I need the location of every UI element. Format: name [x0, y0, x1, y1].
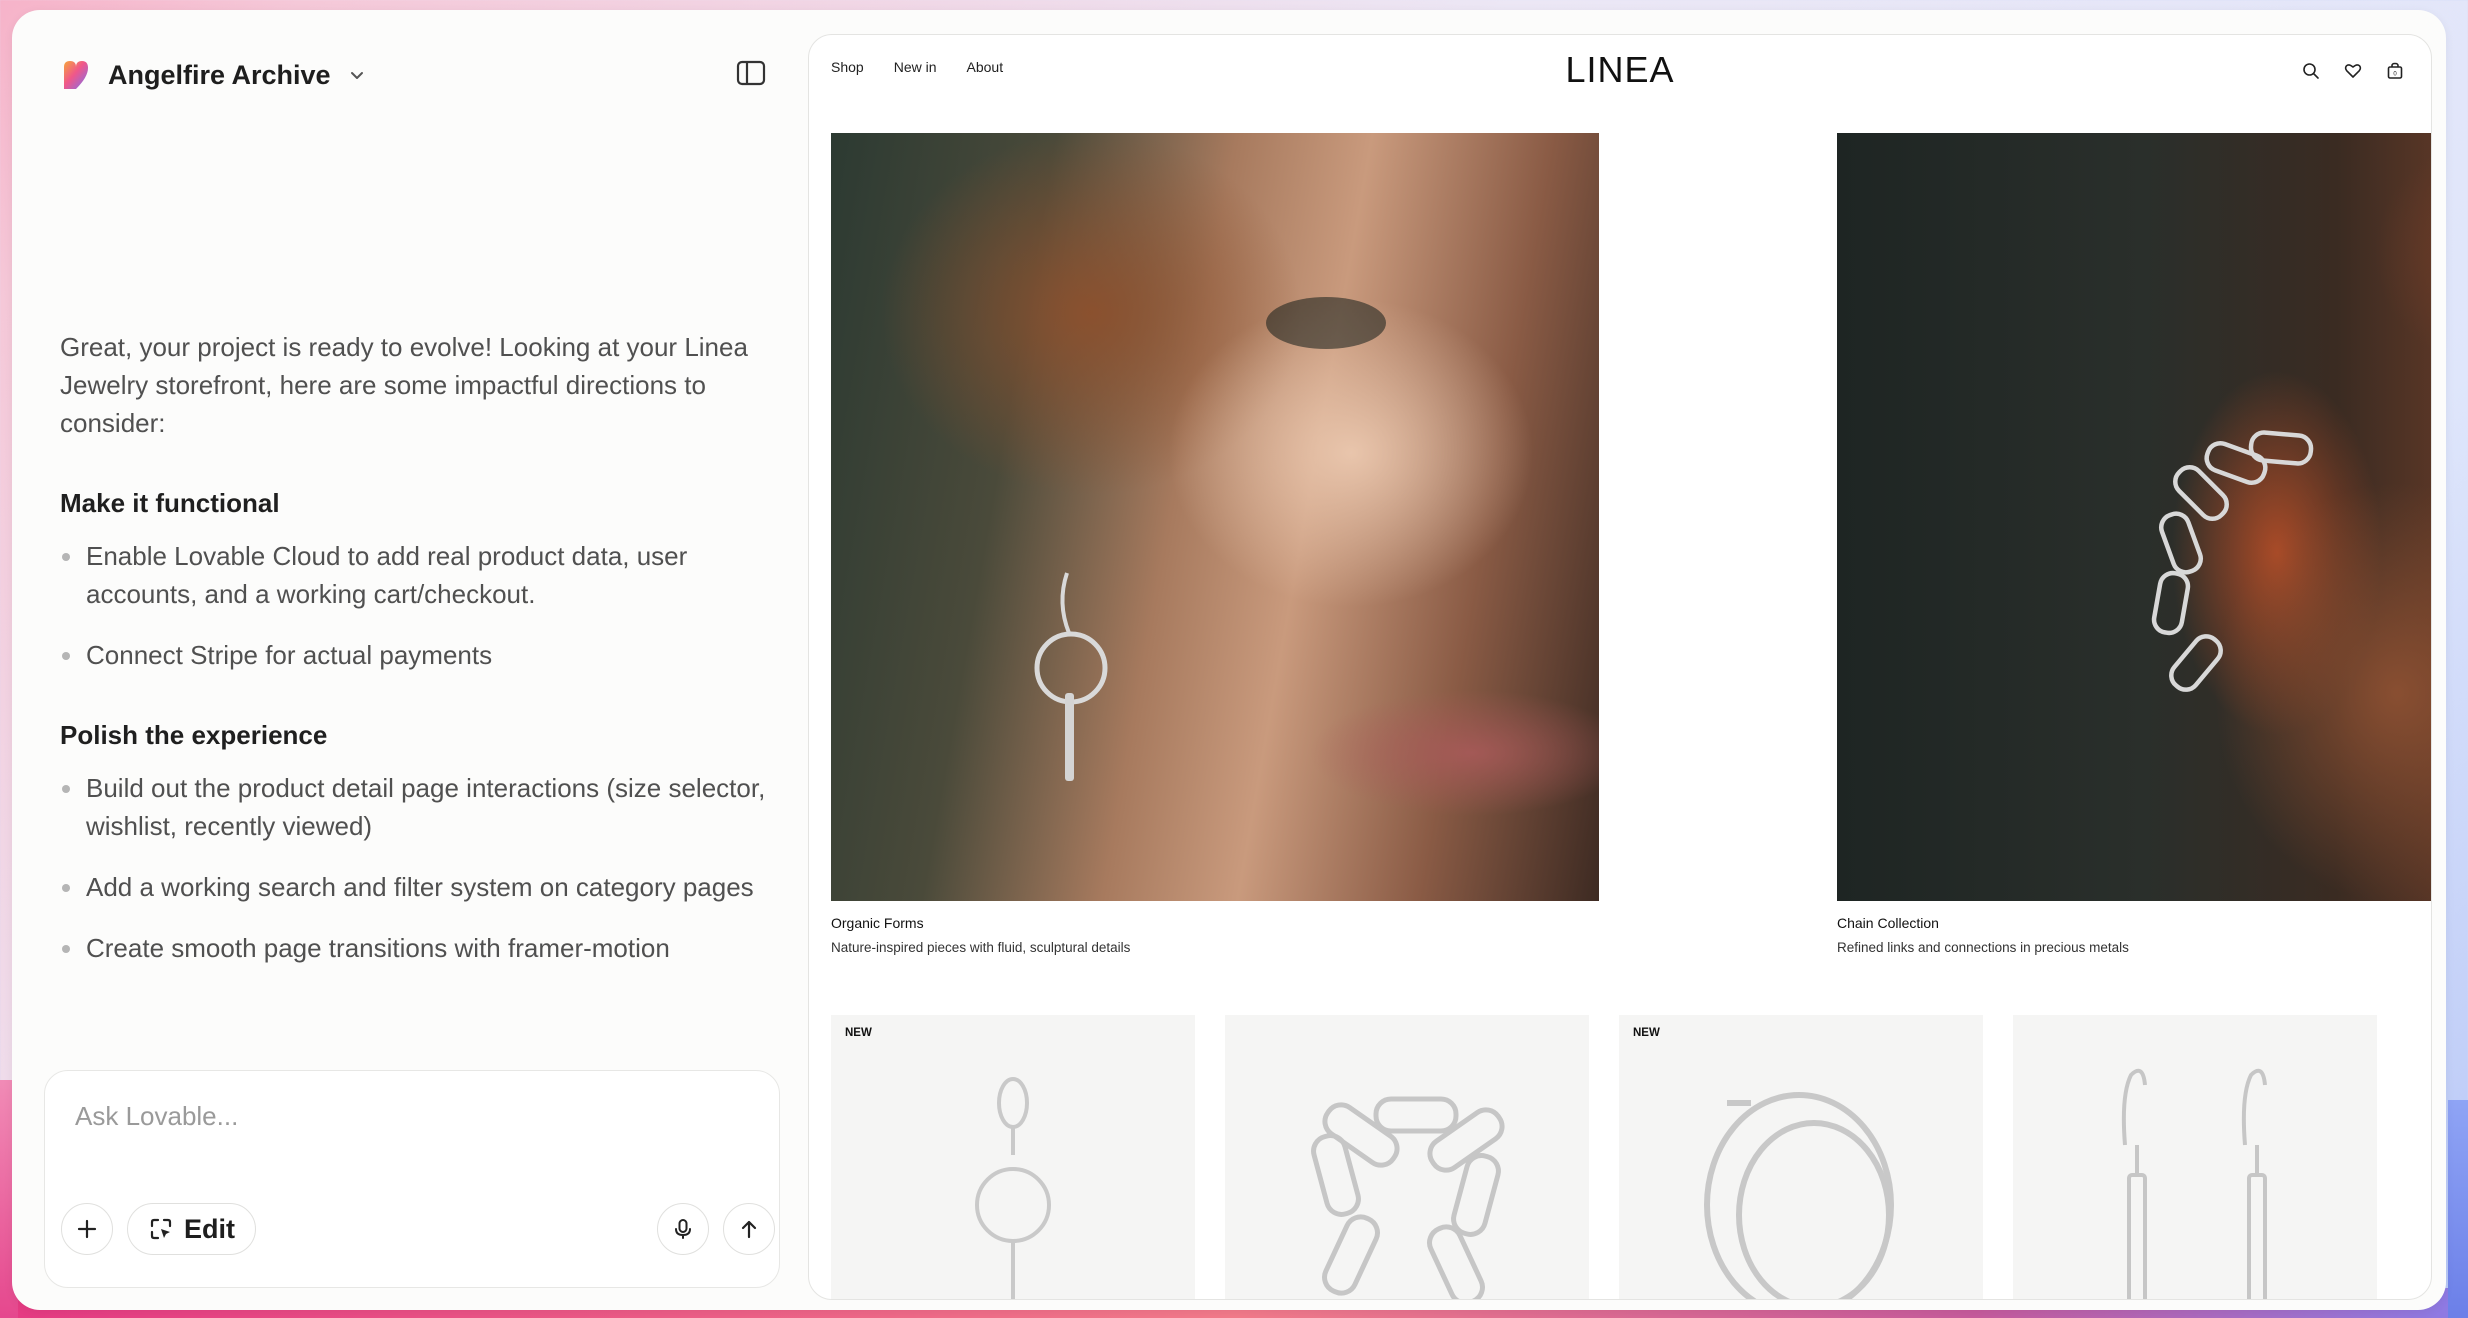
site-preview: Shop New in About LINEA 0 Organic Forms … [808, 34, 2432, 1300]
project-switcher[interactable]: Angelfire Archive [60, 50, 367, 100]
heart-icon[interactable] [2343, 61, 2363, 81]
product-card[interactable]: NEW [831, 1015, 1195, 1299]
site-logo[interactable]: LINEA [809, 49, 2431, 91]
background-glow-right [2448, 1100, 2468, 1318]
hoop-earrings-image [1704, 1092, 1894, 1299]
send-button[interactable] [723, 1203, 775, 1255]
suggestion-list: Enable Lovable Cloud to add real product… [60, 537, 780, 674]
hero-subtitle: Nature-inspired pieces with fluid, sculp… [831, 940, 1131, 955]
section-heading: Make it functional [60, 488, 280, 518]
bracelet-illustration [2151, 430, 2314, 692]
edit-button[interactable]: Edit [127, 1203, 256, 1255]
plus-icon [77, 1219, 97, 1239]
edit-label: Edit [184, 1213, 235, 1244]
message-intro: Great, your project is ready to evolve! … [60, 332, 748, 438]
list-item: Enable Lovable Cloud to add real product… [60, 537, 780, 613]
hero-title[interactable]: Organic Forms [831, 915, 1599, 931]
search-icon[interactable] [2301, 61, 2321, 81]
hero-subtitle: Refined links and connections in preciou… [1837, 940, 2129, 955]
list-item: Connect Stripe for actual payments [60, 636, 780, 674]
visual-edit-icon [150, 1218, 172, 1240]
chat-panel: Angelfire Archive Great, your project is… [12, 10, 802, 1310]
list-item: Build out the product detail page intera… [60, 769, 780, 845]
chain-bracelet-image [1311, 1096, 1505, 1299]
bag-icon[interactable]: 0 [2385, 61, 2405, 81]
list-item: Add a working search and filter system o… [60, 868, 780, 906]
project-name: Angelfire Archive [108, 59, 331, 90]
app-window: Angelfire Archive Great, your project is… [12, 10, 2446, 1310]
chat-composer: Edit [44, 1070, 780, 1288]
voice-input-button[interactable] [657, 1203, 709, 1255]
add-attachment-button[interactable] [61, 1203, 113, 1255]
product-card[interactable] [1225, 1015, 1589, 1299]
circle-drop-earring-image [975, 1077, 1051, 1299]
suggestion-list: Build out the product detail page intera… [60, 769, 780, 967]
ask-input[interactable] [75, 1101, 745, 1132]
microphone-icon [675, 1219, 691, 1239]
lovable-logo-icon [64, 61, 88, 89]
section-heading: Polish the experience [60, 720, 328, 750]
sidebar-toggle-icon[interactable] [736, 60, 766, 86]
earring-illustration [1034, 297, 1386, 781]
list-item: Create smooth page transitions with fram… [60, 929, 780, 967]
hero-caption: Organic Forms Nature-inspired pieces wit… [831, 915, 1599, 955]
svg-text:0: 0 [2393, 72, 2397, 78]
hero-image-chain-collection[interactable] [1837, 133, 2431, 901]
assistant-message: Great, your project is ready to evolve! … [60, 328, 780, 990]
chevron-down-icon [350, 72, 363, 79]
site-utility-icons: 0 [2301, 61, 2405, 81]
bar-drop-earrings-image [2121, 1068, 2267, 1299]
hero-image-organic-forms[interactable] [831, 133, 1599, 901]
arrow-up-icon [741, 1220, 757, 1239]
hero-caption: Chain Collection Refined links and conne… [1837, 915, 2431, 955]
hero-title[interactable]: Chain Collection [1837, 915, 2431, 931]
product-card[interactable]: NEW [1619, 1015, 1983, 1299]
product-card[interactable] [2013, 1015, 2377, 1299]
